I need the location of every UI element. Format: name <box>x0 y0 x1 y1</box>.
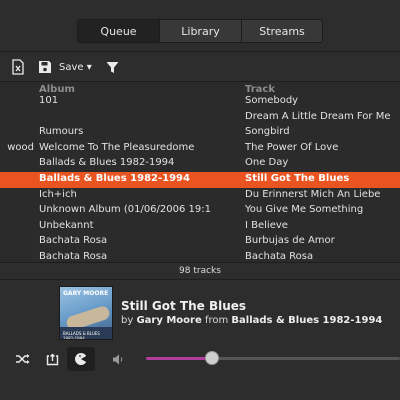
cover-title: BALLADS & BLUES 1982-1994 <box>63 331 100 340</box>
cell-track: Songbird <box>245 126 290 138</box>
consume-icon <box>75 353 87 365</box>
cell-track: I Believe <box>245 219 288 231</box>
clear-queue-button[interactable] <box>11 58 25 76</box>
table-row[interactable]: Bachata Rosa Burbujas de Amor <box>0 234 400 250</box>
cell-artist: wood <box>7 141 34 153</box>
cover-artist: GARY MOORE <box>63 290 109 297</box>
volume-slider[interactable] <box>146 357 400 360</box>
table-row[interactable]: Unbekannt I Believe <box>0 219 400 235</box>
shuffle-button[interactable] <box>15 349 31 369</box>
table-row[interactable]: Dream A Little Dream For Me <box>0 110 400 126</box>
volume-slider-fill <box>146 357 213 360</box>
save-label: Save ▾ <box>59 61 92 73</box>
table-row[interactable]: Unknown Album (01/06/2006 19:1 You Give … <box>0 203 400 219</box>
cell-album: 101 <box>39 95 59 106</box>
cell-track: One Day <box>245 157 289 169</box>
volume-button[interactable] <box>112 349 126 369</box>
cell-track: Dream A Little Dream For Me <box>245 110 391 122</box>
cell-track: The Power Of Love <box>245 141 339 153</box>
cell-album: Unknown Album (01/06/2006 19:1 <box>39 204 211 216</box>
queue-toolbar: Save ▾ <box>0 52 400 82</box>
table-row[interactable]: 101 Somebody <box>0 94 400 110</box>
consume-toggle[interactable] <box>67 347 95 371</box>
table-row[interactable]: Ballads & Blues 1982-1994 One Day <box>0 156 400 172</box>
queue-list[interactable]: Album Track 101 Somebody Dream A Little … <box>0 82 400 262</box>
repeat-button[interactable] <box>44 349 60 369</box>
tab-library[interactable]: Library <box>160 20 242 42</box>
tab-queue[interactable]: Queue <box>78 20 160 42</box>
cell-album: Welcome To The Pleasuredome <box>39 141 195 153</box>
save-icon <box>39 61 51 73</box>
cell-album: Ballads & Blues 1982-1994 <box>39 157 175 169</box>
album-cover[interactable]: GARY MOORE BALLADS & BLUES 1982-1994 <box>59 286 113 340</box>
table-row[interactable]: Bachata Rosa Bachata Rosa <box>0 250 400 262</box>
view-switcher: Queue Library Streams <box>77 19 323 43</box>
cell-track: You Give Me Something <box>245 204 364 216</box>
track-count: 98 tracks <box>0 262 400 280</box>
cell-track: Du Erinnerst Mich An Liebe <box>245 188 381 200</box>
tab-streams[interactable]: Streams <box>242 20 322 42</box>
repeat-icon <box>46 353 58 365</box>
cell-album: Unbekannt <box>39 219 94 231</box>
now-playing-meta: by Gary Moore from Ballads & Blues 1982-… <box>121 315 382 326</box>
from-word: from <box>204 315 229 326</box>
now-playing-title: Still Got The Blues <box>121 299 247 313</box>
cell-album: Bachata Rosa <box>39 235 108 247</box>
volume-icon <box>113 354 123 364</box>
cell-track: Somebody <box>245 95 299 106</box>
save-button[interactable]: Save ▾ <box>38 58 92 76</box>
cell-album: Bachata Rosa <box>39 251 108 262</box>
cell-album: Ich+ich <box>39 188 77 200</box>
table-row-selected[interactable]: Ballads & Blues 1982-1994 Still Got The … <box>0 172 400 188</box>
header-bar: Queue Library Streams <box>0 0 400 52</box>
now-playing-album: Ballads & Blues 1982-1994 <box>231 315 383 326</box>
volume-slider-handle[interactable] <box>205 351 220 365</box>
cell-track: Still Got The Blues <box>245 173 350 184</box>
shuffle-icon <box>16 354 30 364</box>
table-row[interactable]: Rumours Songbird <box>0 125 400 141</box>
cell-album: Ballads & Blues 1982-1994 <box>39 173 190 184</box>
now-playing-artist: Gary Moore <box>136 315 202 326</box>
table-row[interactable]: wood Welcome To The Pleasuredome The Pow… <box>0 141 400 157</box>
cell-album: Rumours <box>39 126 84 138</box>
by-word: by <box>121 315 134 326</box>
cell-track: Bachata Rosa <box>245 251 314 262</box>
filter-icon <box>106 61 119 73</box>
table-row[interactable]: Ich+ich Du Erinnerst Mich An Liebe <box>0 188 400 204</box>
filter-button[interactable] <box>106 58 119 76</box>
cell-track: Burbujas de Amor <box>245 235 335 247</box>
clear-queue-icon <box>12 59 24 75</box>
player-bar: GARY MOORE BALLADS & BLUES 1982-1994 Sti… <box>0 280 400 400</box>
